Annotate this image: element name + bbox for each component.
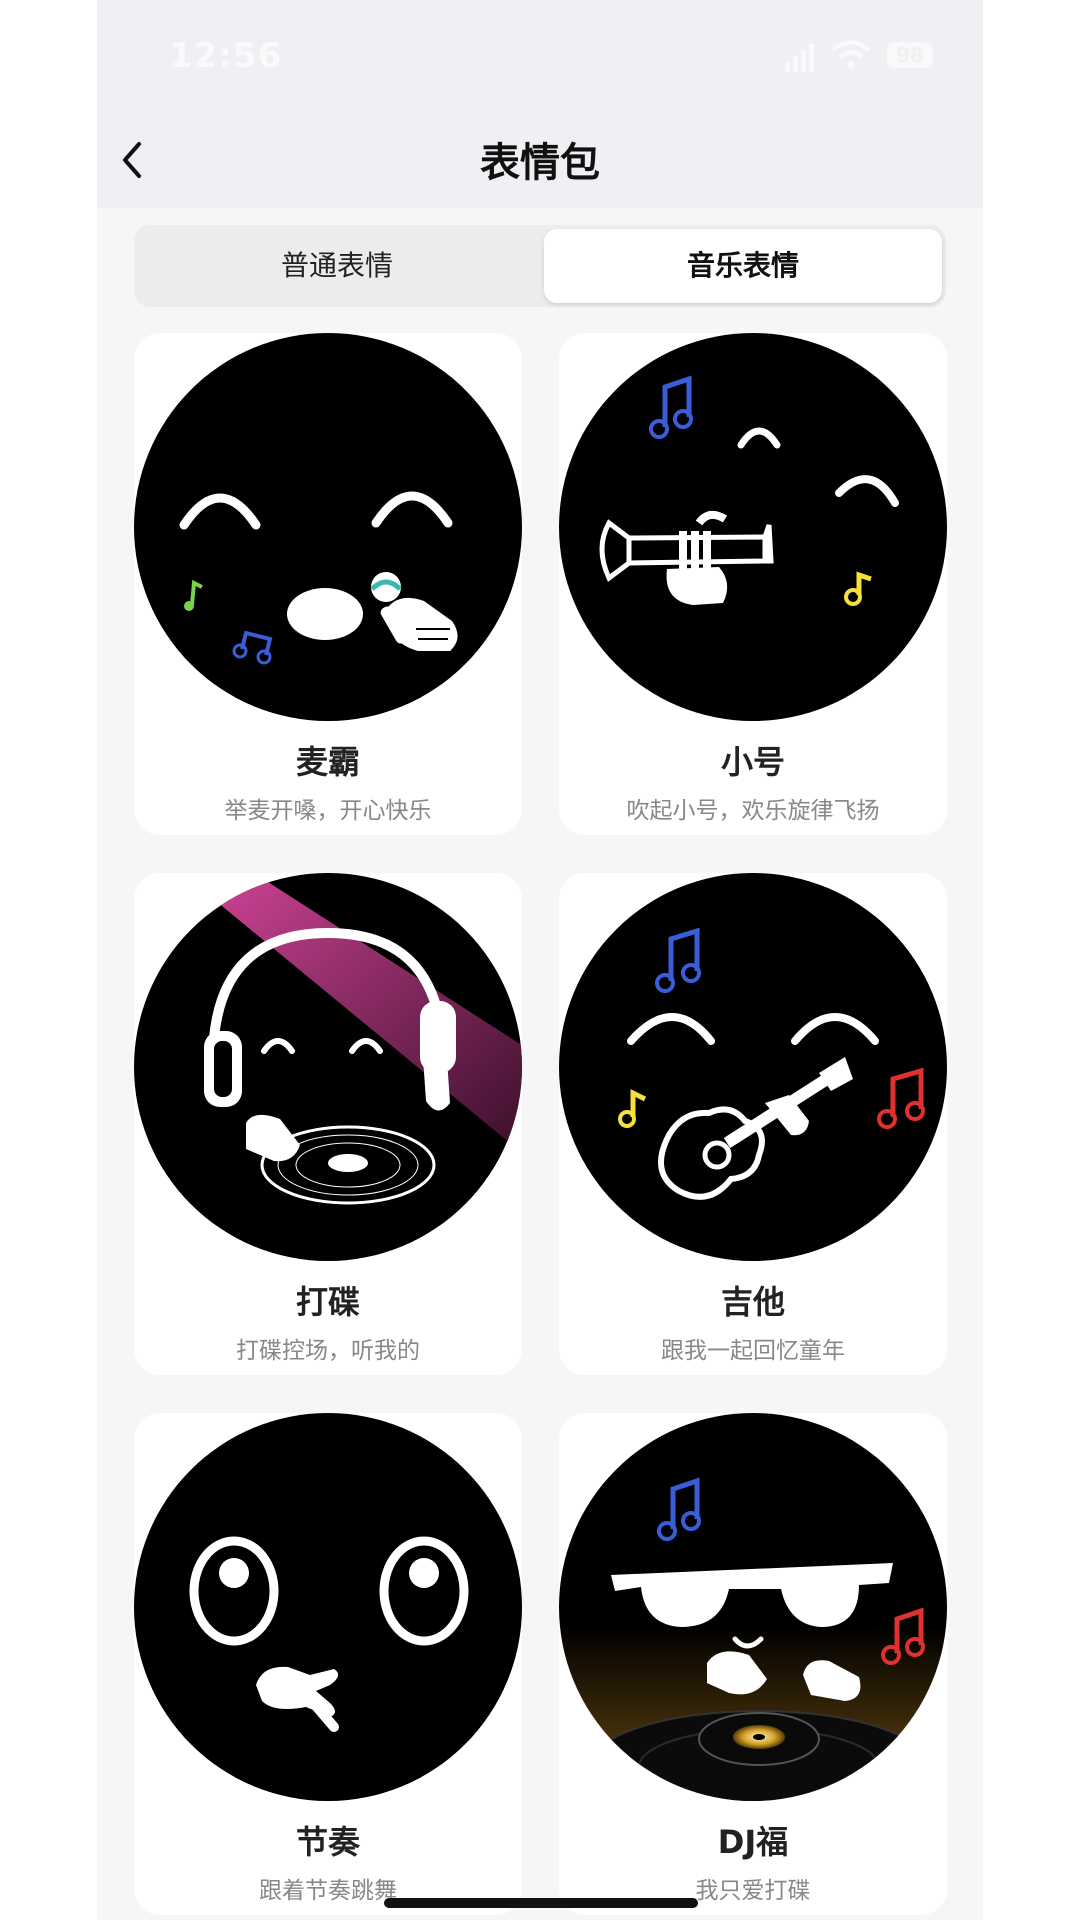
mic-singer-avatar [134,333,522,721]
home-indicator [384,1898,698,1908]
sticker-card-jiezou[interactable]: 节奏 跟着节奏跳舞 [134,1413,522,1915]
sticker-card-djfu[interactable]: DJ福 我只爱打碟 [559,1413,947,1915]
guitar-avatar [559,873,947,1261]
cellular-signal-icon [785,44,814,72]
navigation-bar: 表情包 [97,108,983,208]
sticker-description: 打碟控场，听我的 [236,1338,420,1364]
dj-headphones-avatar [134,873,522,1261]
screen: 12:56 98 表情包 普通表情 音乐表情 麦霸 举麦开嗓，开心快乐 小号 吹… [97,0,983,1920]
sticker-name: DJ福 [717,1823,789,1861]
vinyl-record-icon [698,1712,820,1766]
sticker-name: 小号 [720,743,785,781]
dj-sunglasses-avatar [559,1413,947,1801]
sticker-name: 麦霸 [295,743,360,781]
sticker-description: 跟我一起回忆童年 [661,1338,845,1364]
sticker-card-dadie[interactable]: 打碟 打碟控场，听我的 [134,873,522,1375]
segmented-control: 普通表情 音乐表情 [134,225,946,307]
wifi-icon [831,40,871,69]
status-bar: 12:56 98 [97,0,983,108]
sticker-card-xiaohao[interactable]: 小号 吹起小号，欢乐旋律飞扬 [559,333,947,835]
page-title: 表情包 [480,140,600,186]
rhythm-avatar [134,1413,522,1801]
status-time: 12:56 [169,36,283,76]
sticker-name: 吉他 [720,1283,785,1321]
trumpet-avatar [559,333,947,721]
battery-level: 98 [896,43,924,67]
sticker-card-maiba[interactable]: 麦霸 举麦开嗓，开心快乐 [134,333,522,835]
sticker-card-jita[interactable]: 吉他 跟我一起回忆童年 [559,873,947,1375]
sticker-description: 举麦开嗓，开心快乐 [224,798,432,824]
sticker-name: 打碟 [295,1283,360,1321]
sticker-name: 节奏 [295,1823,360,1861]
battery-icon: 98 [887,42,933,68]
tab-normal-stickers[interactable]: 普通表情 [138,229,536,303]
sticker-description: 吹起小号，欢乐旋律飞扬 [626,798,880,824]
tab-music-stickers[interactable]: 音乐表情 [544,229,942,303]
